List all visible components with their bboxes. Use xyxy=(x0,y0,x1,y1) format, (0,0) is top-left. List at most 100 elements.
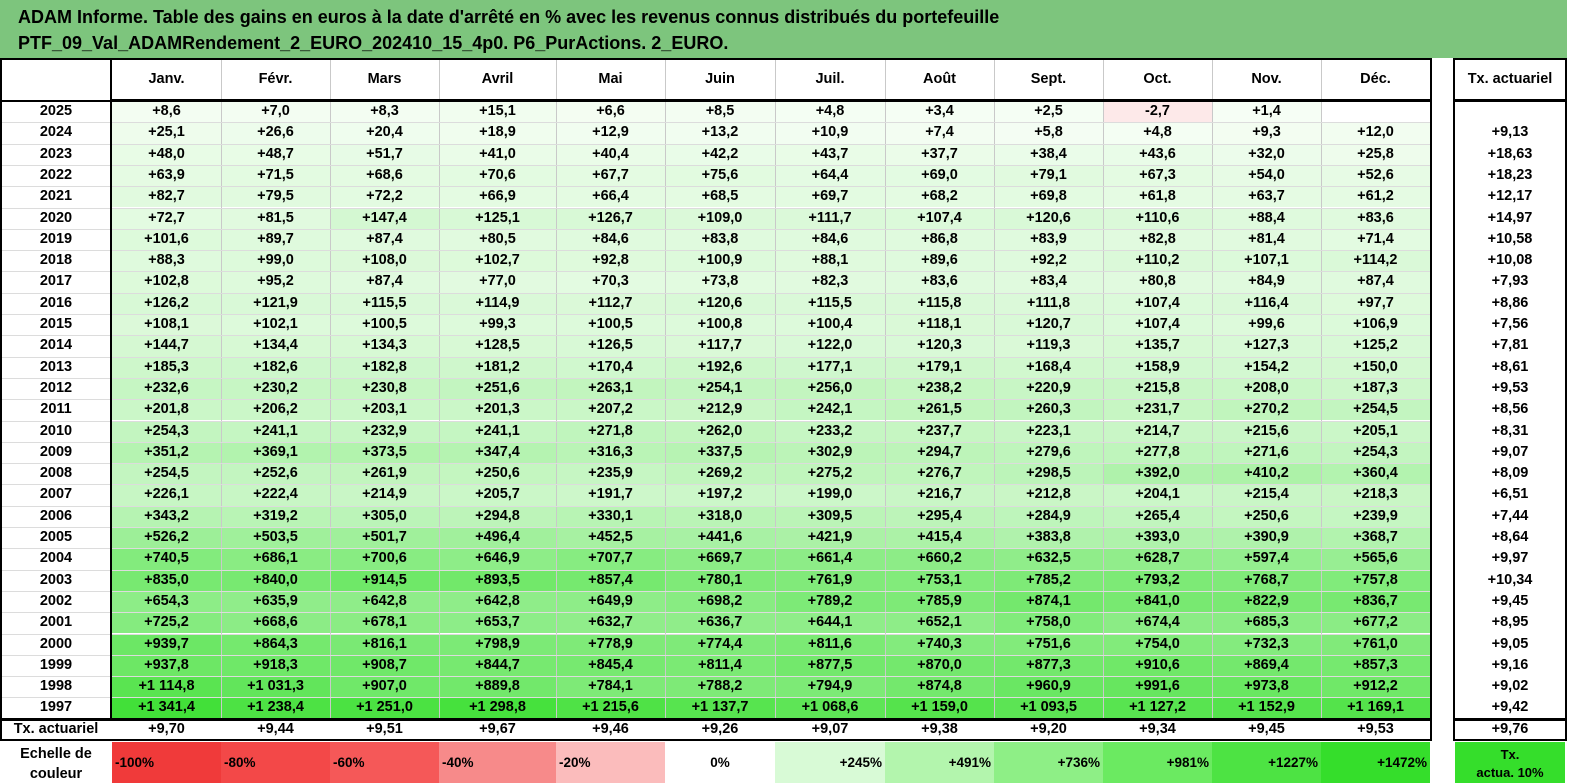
color-scale-label: Echelle de couleur xyxy=(0,742,112,783)
gain-cell: +82,3 xyxy=(775,271,885,293)
footer-rate-cell: +9,20 xyxy=(1030,720,1067,737)
row-divider xyxy=(0,441,1430,443)
footer-rate-cell: +9,46 xyxy=(592,720,629,737)
gain-cell: +732,3 xyxy=(1212,633,1321,655)
gain-cell: +43,6 xyxy=(1103,143,1212,165)
rate-cell: +7,81 xyxy=(1491,337,1529,354)
gain-cell: +84,6 xyxy=(775,228,885,251)
gain-cell: +177,1 xyxy=(775,356,885,378)
rate-cell: +18,23 xyxy=(1487,166,1533,183)
gain-cell: +794,9 xyxy=(775,676,885,698)
gain-cell: +82,7 xyxy=(112,186,221,208)
gain-cell: +144,7 xyxy=(112,335,221,357)
column-divider xyxy=(1212,58,1213,719)
column-divider xyxy=(1103,58,1104,719)
gain-cell: +67,3 xyxy=(1103,164,1212,187)
gain-cell: +780,1 xyxy=(665,569,775,591)
row-divider xyxy=(0,335,1430,337)
gain-cell: +1 341,4 xyxy=(112,697,221,719)
gain-cell: +652,1 xyxy=(885,612,994,634)
gain-cell: +18,9 xyxy=(439,122,556,144)
gain-cell: +64,4 xyxy=(775,164,885,187)
gain-cell: +707,7 xyxy=(556,548,665,570)
gain-cell: +295,4 xyxy=(885,505,994,527)
row-divider xyxy=(0,228,1430,230)
gain-cell: +204,1 xyxy=(1103,484,1212,506)
gain-cell: +115,5 xyxy=(330,292,439,314)
column-divider xyxy=(556,58,557,719)
gain-cell: +784,1 xyxy=(556,676,665,698)
gain-cell: -2,7 xyxy=(1103,101,1212,123)
gain-cell: +83,6 xyxy=(885,271,994,293)
gain-cell: +241,1 xyxy=(221,420,330,442)
gain-cell: +192,6 xyxy=(665,356,775,378)
row-divider xyxy=(0,207,1430,209)
gain-cell: +83,8 xyxy=(665,228,775,251)
gain-cell: +262,0 xyxy=(665,420,775,442)
month-header-7: Juil. xyxy=(815,71,845,87)
gain-cell: +241,1 xyxy=(439,420,556,442)
column-divider xyxy=(221,58,222,719)
gain-cell: +63,7 xyxy=(1212,186,1321,208)
gain-cell: +298,5 xyxy=(994,463,1103,485)
rate-header: Tx. actuariel xyxy=(1467,71,1553,87)
row-divider xyxy=(0,505,1430,507)
gain-cell: +252,6 xyxy=(221,463,330,485)
row-divider xyxy=(0,548,1430,550)
gain-cell: +232,9 xyxy=(330,420,439,442)
gain-cell: +1 127,2 xyxy=(1103,697,1212,719)
year-label: 2020 xyxy=(39,209,73,226)
color-scale-swatch: +1472% xyxy=(1321,741,1430,783)
gain-cell: +369,1 xyxy=(221,441,330,464)
gain-cell: +753,1 xyxy=(885,569,994,591)
rate-cell: +9,45 xyxy=(1491,592,1529,609)
color-scale-swatch: +491% xyxy=(885,741,994,783)
gain-cell: +179,1 xyxy=(885,356,994,378)
gain-cell: +1 298,8 xyxy=(439,697,556,719)
gain-cell: +238,2 xyxy=(885,377,994,400)
gain-cell: +973,8 xyxy=(1212,676,1321,698)
gain-cell: +84,6 xyxy=(556,228,665,251)
gain-cell: +889,8 xyxy=(439,676,556,698)
rate-cell: +8,61 xyxy=(1491,358,1529,375)
gain-cell: +700,6 xyxy=(330,548,439,570)
gain-cell: +125,2 xyxy=(1321,335,1430,357)
gain-cell: +857,4 xyxy=(556,569,665,591)
gain-cell: +646,9 xyxy=(439,548,556,570)
gain-cell: +235,9 xyxy=(556,463,665,485)
gain-cell: +910,6 xyxy=(1103,654,1212,677)
gain-cell: +785,2 xyxy=(994,569,1103,591)
gain-cell: +1 238,4 xyxy=(221,697,330,719)
gain-cell: +383,8 xyxy=(994,527,1103,549)
gain-cell: +316,3 xyxy=(556,441,665,464)
gain-cell xyxy=(1321,101,1430,123)
gain-cell: +37,7 xyxy=(885,143,994,165)
gain-cell: +761,0 xyxy=(1321,633,1430,655)
gain-cell: +110,6 xyxy=(1103,207,1212,229)
year-label: 1998 xyxy=(39,678,73,695)
gain-cell: +893,5 xyxy=(439,569,556,591)
rate-cell: +9,02 xyxy=(1491,678,1529,695)
gain-cell: +97,7 xyxy=(1321,292,1430,314)
gain-cell: +725,2 xyxy=(112,612,221,634)
rate-cell: +10,08 xyxy=(1487,252,1533,269)
footer-rate-cell: +9,53 xyxy=(1357,720,1394,737)
row-divider xyxy=(0,122,1430,124)
month-header-6: Juin xyxy=(705,71,735,87)
gain-cell: +191,7 xyxy=(556,484,665,506)
gain-cell: +318,0 xyxy=(665,505,775,527)
gain-cell: +89,6 xyxy=(885,250,994,272)
gain-cell: +937,8 xyxy=(112,654,221,677)
report-title: ADAM Informe. Table des gains en euros à… xyxy=(0,0,1567,58)
gain-cell: +918,3 xyxy=(221,654,330,677)
gain-cell: +108,1 xyxy=(112,314,221,336)
gain-cell: +845,4 xyxy=(556,654,665,677)
gain-cell: +261,9 xyxy=(330,463,439,485)
rate-cell: +8,86 xyxy=(1491,294,1529,311)
gain-cell: +106,9 xyxy=(1321,314,1430,336)
year-label: 2003 xyxy=(39,571,73,588)
gain-cell: +263,1 xyxy=(556,377,665,400)
gain-cell: +38,4 xyxy=(994,143,1103,165)
gain-cell: +79,5 xyxy=(221,186,330,208)
rate-cell: +9,13 xyxy=(1491,124,1529,141)
